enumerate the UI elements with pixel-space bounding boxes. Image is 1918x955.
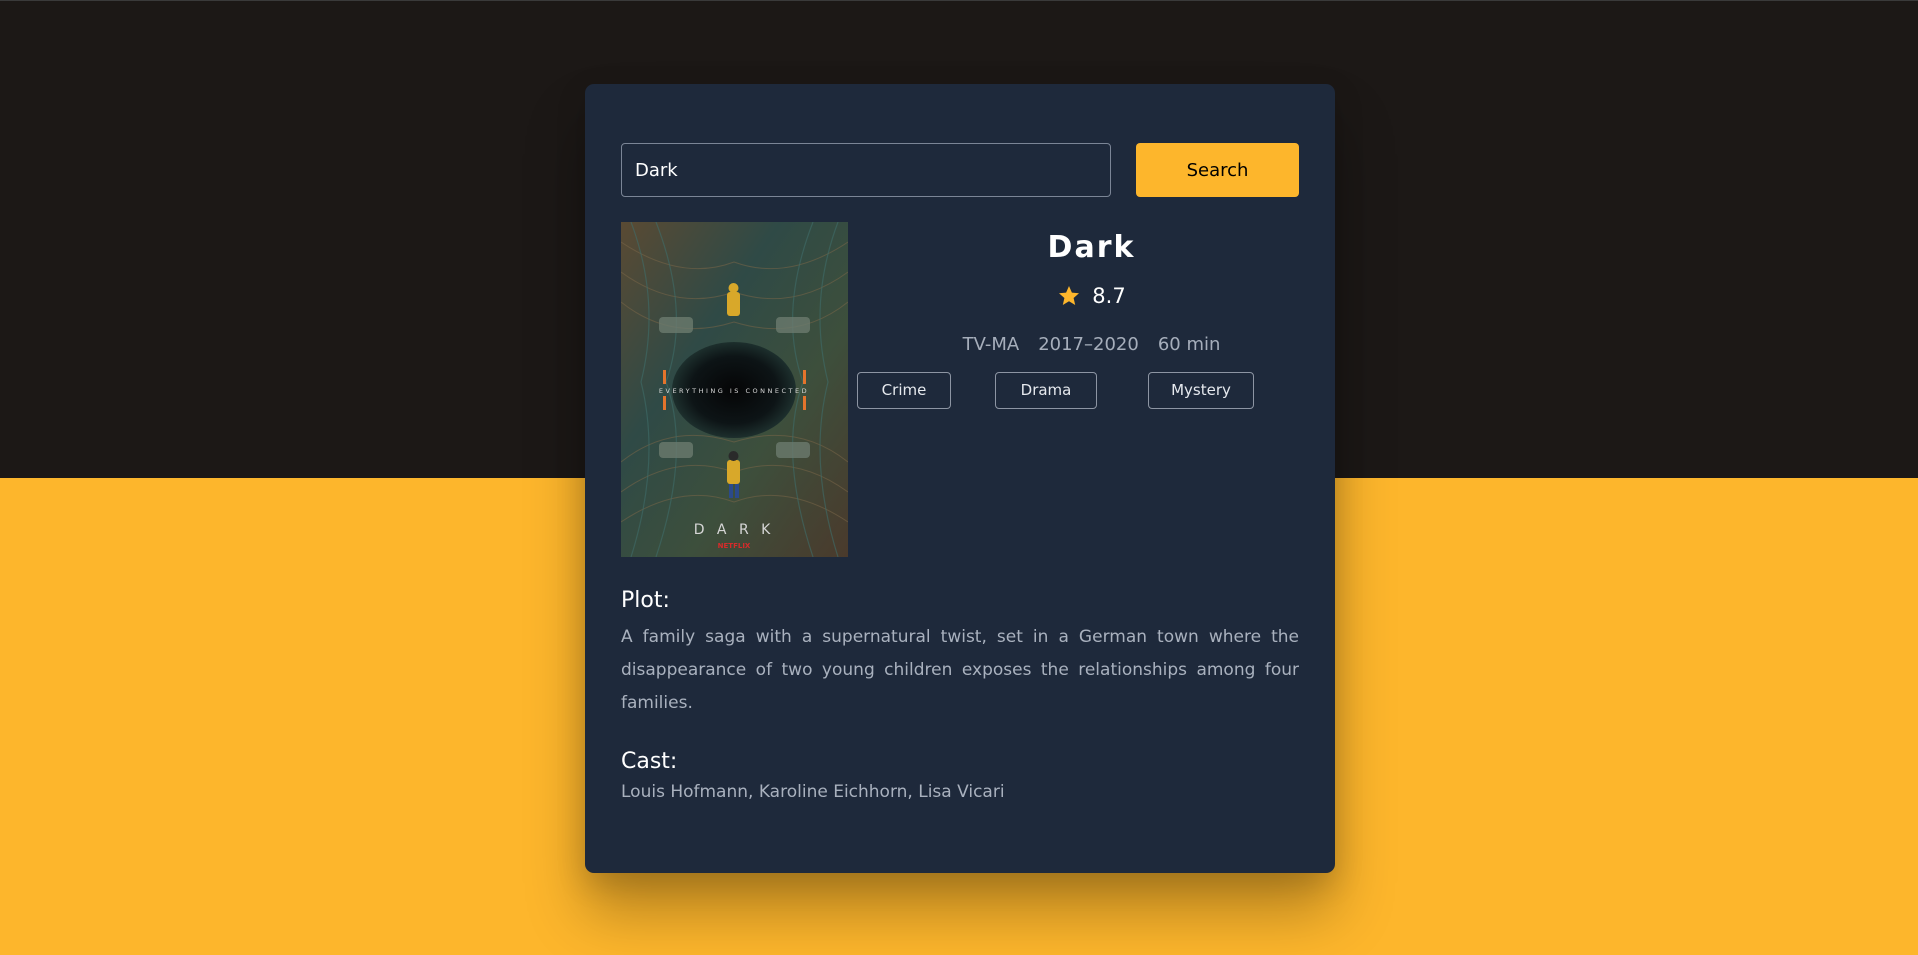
poster-network-logo: NETFLIX (718, 542, 751, 550)
genre-tag-crime: Crime (857, 372, 951, 409)
release-years: 2017–2020 (1038, 334, 1139, 355)
poster-wordmark: D A R K (694, 522, 775, 538)
movie-meta: TV-MA 2017–2020 60 min (848, 334, 1335, 355)
movie-poster: EVERYTHING IS CONNECTED D A R K NETFLIX (621, 222, 848, 557)
genre-tag-drama: Drama (995, 372, 1097, 409)
star-icon (1057, 284, 1081, 308)
genre-tag-mystery: Mystery (1148, 372, 1254, 409)
rating-value: 8.7 (1092, 284, 1126, 308)
cast-text: Louis Hofmann, Karoline Eichhorn, Lisa V… (621, 782, 1005, 802)
content-rating: TV-MA (962, 334, 1020, 355)
plot-heading: Plot: (621, 588, 670, 613)
search-button[interactable]: Search (1136, 143, 1299, 197)
plot-text: A family saga with a supernatural twist,… (621, 627, 1299, 713)
movie-rating: 8.7 (848, 284, 1335, 308)
poster-tagline: EVERYTHING IS CONNECTED (659, 387, 809, 395)
search-input[interactable] (621, 143, 1111, 197)
runtime: 60 min (1157, 334, 1221, 355)
movie-card: Search (585, 84, 1335, 873)
cast-heading: Cast: (621, 749, 678, 774)
movie-title: Dark (1047, 230, 1136, 265)
